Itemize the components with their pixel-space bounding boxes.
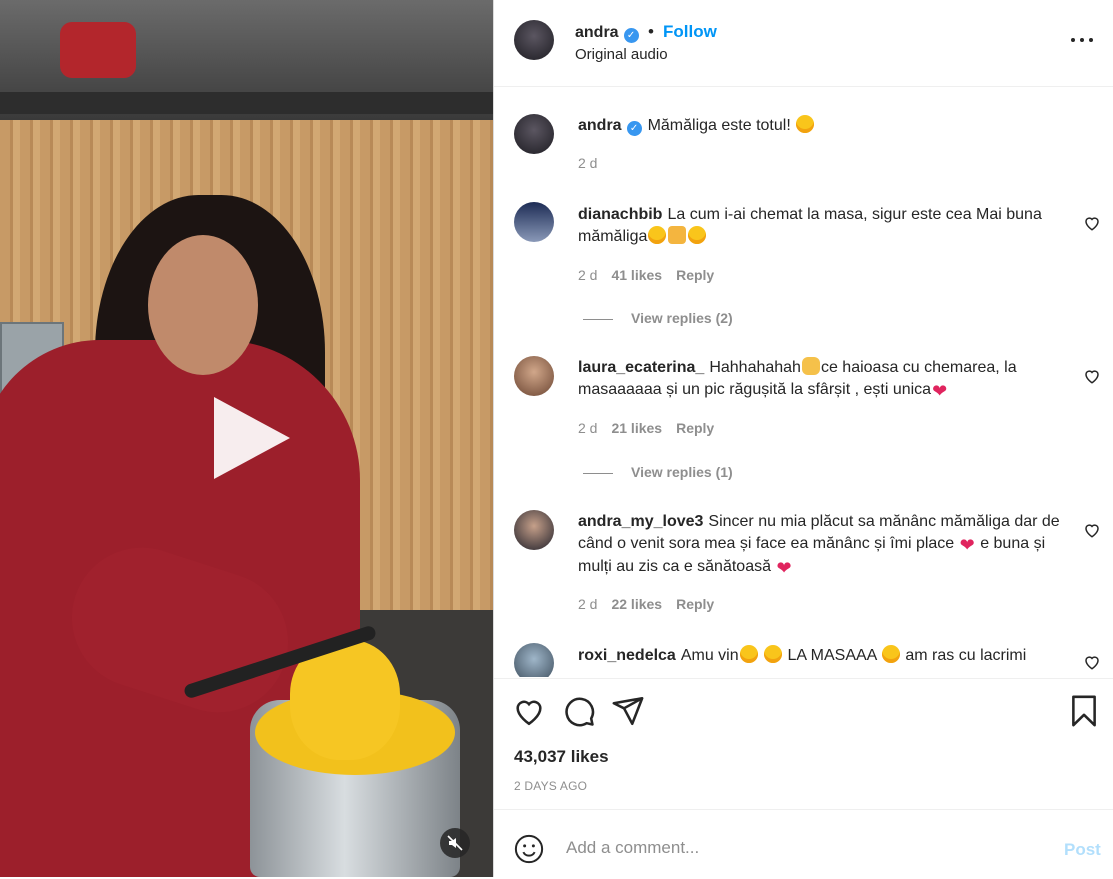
comment: roxi_nedelca Amu vin LA MASAAA am ras cu … <box>578 645 1068 667</box>
username-link[interactable]: dianachbib <box>578 206 662 223</box>
divider <box>583 472 613 474</box>
video-frame <box>0 92 493 114</box>
username-link[interactable]: laura_ecaterina_ <box>578 359 704 376</box>
separator-dot: • <box>648 22 654 41</box>
header-username-row: andra ✓ <box>575 22 639 43</box>
verified-badge-icon: ✓ <box>623 28 639 43</box>
comments-list[interactable]: andra ✓ Mămăliga este totul! 2 d dianachbi… <box>494 87 1113 677</box>
post-panel: andra ✓ • Follow Original audio andra ✓ Măm… <box>493 0 1113 877</box>
reply-button[interactable]: Reply <box>676 596 714 612</box>
avatar[interactable] <box>514 356 554 396</box>
video-frame <box>148 235 258 375</box>
username-link[interactable]: roxi_nedelca <box>578 647 676 664</box>
heart-icon[interactable] <box>1083 367 1101 385</box>
video-frame <box>60 22 136 78</box>
caption-meta: 2 d <box>578 155 611 171</box>
comment-text: LA MASAAA <box>787 647 877 664</box>
avatar[interactable] <box>514 202 554 242</box>
comment: dianachbib La cum i-ai chemat la masa, si… <box>578 204 1068 248</box>
bookmark-icon[interactable] <box>1067 694 1101 728</box>
caption: andra ✓ Mămăliga este totul! <box>578 115 1068 137</box>
username-link[interactable]: andra_my_love3 <box>578 513 703 530</box>
post-actions: 43,037 likes 2 DAYS AGO Post <box>494 678 1113 878</box>
caption-text: Mămăliga este totul! <box>647 117 791 134</box>
likes-count[interactable]: 21 likes <box>611 420 662 436</box>
timestamp: 2 d <box>578 267 598 283</box>
play-icon[interactable] <box>206 395 296 485</box>
comment-meta: 2 d 22 likes Reply <box>578 596 728 612</box>
view-replies-label: View replies (2) <box>631 310 733 326</box>
avatar[interactable] <box>514 114 554 154</box>
share-icon[interactable] <box>611 694 645 728</box>
kissing-emoji-icon <box>688 226 707 244</box>
comment-composer: Post <box>494 809 1113 879</box>
timestamp: 2 d <box>578 420 598 436</box>
divider <box>583 318 613 320</box>
comment-input[interactable] <box>564 832 1038 864</box>
emoji-icon[interactable] <box>514 834 544 864</box>
avatar[interactable] <box>514 643 554 677</box>
red-heart-emoji-icon: ❤ <box>932 381 948 401</box>
grinning-sweat-emoji-icon <box>796 115 815 133</box>
thumbs-up-emoji-icon <box>668 226 687 244</box>
username-link[interactable]: andra <box>575 24 619 41</box>
rolling-laughing-emoji-icon <box>881 645 900 663</box>
view-replies-button[interactable]: View replies (1) <box>583 464 733 480</box>
timestamp: 2 d <box>578 596 598 612</box>
comment-meta: 2 d 41 likes Reply <box>578 267 728 283</box>
heart-icon[interactable] <box>1083 521 1101 539</box>
heart-eyes-emoji-icon <box>739 645 758 663</box>
waving-hand-emoji-icon <box>801 357 820 375</box>
muted-speaker-icon[interactable] <box>440 828 470 858</box>
verified-badge-icon: ✓ <box>626 121 642 136</box>
post-button[interactable]: Post <box>1064 840 1101 860</box>
view-replies-label: View replies (1) <box>631 464 733 480</box>
comment: laura_ecaterina_ Hahhahahah ce haioasa cu … <box>578 357 1068 402</box>
comment-icon[interactable] <box>562 694 596 728</box>
red-heart-emoji-icon: ❤ <box>776 558 792 578</box>
comment-text: Amu vin <box>680 647 739 664</box>
likes-count[interactable]: 41 likes <box>611 267 662 283</box>
laughing-emoji-icon <box>764 645 783 663</box>
likes-count[interactable]: 22 likes <box>611 596 662 612</box>
post-header: andra ✓ • Follow Original audio <box>494 0 1113 87</box>
username-link[interactable]: andra <box>578 117 622 134</box>
comment-text: am ras cu lacrimi <box>905 647 1027 664</box>
red-heart-emoji-icon: ❤ <box>959 535 975 555</box>
comment: andra_my_love3 Sincer nu mia plăcut sa mă… <box>578 511 1068 579</box>
avatar[interactable] <box>514 510 554 550</box>
comment-text: Hahhahahah <box>709 359 801 376</box>
avatar[interactable] <box>514 20 554 60</box>
likes-count[interactable]: 43,037 likes <box>514 747 609 767</box>
timestamp: 2 d <box>578 155 598 171</box>
reel-video[interactable] <box>0 0 493 877</box>
follow-button[interactable]: Follow <box>663 22 717 42</box>
audio-link[interactable]: Original audio <box>575 46 668 63</box>
heart-icon[interactable] <box>512 694 546 728</box>
post-date[interactable]: 2 DAYS AGO <box>514 779 587 793</box>
more-options-icon[interactable] <box>1069 28 1097 52</box>
comment-meta: 2 d 21 likes Reply <box>578 420 728 436</box>
view-replies-button[interactable]: View replies (2) <box>583 310 733 326</box>
heart-icon[interactable] <box>1083 214 1101 232</box>
reply-button[interactable]: Reply <box>676 420 714 436</box>
heart-icon[interactable] <box>1083 653 1101 671</box>
reply-button[interactable]: Reply <box>676 267 714 283</box>
laughing-emoji-icon <box>648 226 667 244</box>
